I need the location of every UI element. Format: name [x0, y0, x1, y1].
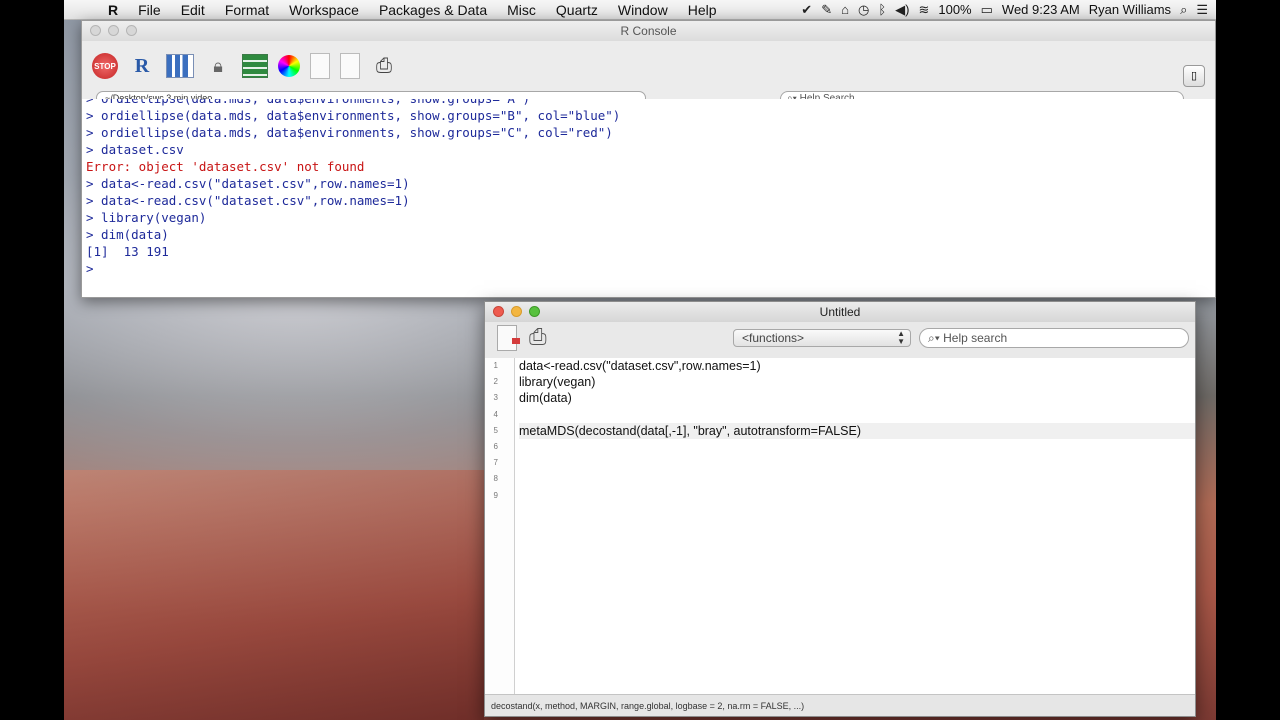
museum-icon[interactable]: ⌂ [841, 2, 849, 17]
editor-help-search-input[interactable]: ⌕▾ Help search [919, 328, 1189, 348]
r-source-icon[interactable]: R [128, 52, 156, 80]
line-number: 2 [493, 377, 498, 387]
script-editor-window: Untitled ⎙ <functions> ▲ ▼ ⌕▾ Help search… [484, 301, 1196, 717]
console-line: > dim(data) [86, 227, 169, 242]
console-window-controls [90, 25, 137, 36]
line-number: 1 [493, 361, 498, 370]
console-line: > ordiellipse(data.mds, data$environment… [86, 108, 621, 123]
console-error-line: Error: object 'dataset.csv' not found [86, 159, 365, 174]
code-line[interactable] [519, 439, 1195, 455]
console-line: > data<-read.csv("dataset.csv",row.names… [86, 176, 410, 191]
menu-help[interactable]: Help [678, 2, 727, 18]
time-machine-icon[interactable]: ◷ [858, 2, 869, 18]
functions-dropdown[interactable]: <functions> ▲ ▼ [733, 329, 911, 347]
line-number: 5 [493, 425, 498, 435]
menu-format[interactable]: Format [215, 2, 279, 18]
zoom-button[interactable] [126, 25, 137, 36]
menu-misc[interactable]: Misc [497, 2, 546, 18]
code-line[interactable]: data<-read.csv("dataset.csv",row.names=1… [519, 358, 1195, 374]
code-editor[interactable]: 1 2 3 4 5 6 7 8 9 data<-read.csv("datase… [485, 358, 1195, 694]
code-line[interactable] [519, 455, 1195, 471]
wifi-icon[interactable]: ≋ [918, 2, 929, 18]
code-line[interactable] [519, 407, 1195, 423]
console-line: > dataset.csv [86, 142, 184, 157]
source-document-icon[interactable] [497, 325, 520, 351]
console-result-line: [1] 13 191 [86, 244, 169, 259]
code-line-active[interactable]: metaMDS(decostand(data[,-1], "bray", aut… [519, 422, 1195, 439]
search-icon: ⌕▾ [928, 331, 944, 345]
console-line: > ordiellipse(data.mds, data$environment… [86, 99, 1215, 107]
menubar-clock[interactable]: Wed 9:23 AM [1002, 2, 1080, 17]
function-signature-status: decostand(x, method, MARGIN, range.globa… [485, 694, 1195, 716]
open-document-icon[interactable] [310, 53, 330, 79]
zoom-button[interactable] [529, 306, 540, 317]
console-line: > data<-read.csv("dataset.csv",row.names… [86, 193, 410, 208]
menu-packages-data[interactable]: Packages & Data [369, 2, 497, 18]
line-number: 9 [493, 490, 498, 500]
line-number: 6 [493, 441, 498, 451]
evernote-icon[interactable]: ✎ [821, 2, 832, 18]
quartz-chart-icon[interactable] [166, 54, 194, 78]
notification-center-icon[interactable]: ☰ [1196, 2, 1208, 18]
console-output[interactable]: > ordiellipse(data.mds, data$environment… [82, 99, 1215, 297]
menu-file[interactable]: File [128, 2, 171, 18]
console-title: R Console [620, 24, 677, 38]
console-line: > ordiellipse(data.mds, data$environment… [86, 125, 613, 140]
spotlight-search-icon[interactable]: ⌕ [1180, 2, 1187, 18]
console-titlebar[interactable]: R Console [82, 21, 1215, 41]
line-number: 8 [493, 474, 498, 484]
menu-quartz[interactable]: Quartz [546, 2, 608, 18]
line-number: 7 [493, 458, 498, 468]
console-prompt[interactable]: > [86, 260, 1215, 277]
menu-edit[interactable]: Edit [171, 2, 215, 18]
volume-icon[interactable]: ◀) [895, 2, 909, 18]
code-line[interactable] [519, 488, 1195, 504]
sidebar-toggle-icon[interactable]: ▯ [1183, 65, 1205, 87]
console-line: > library(vegan) [86, 210, 207, 225]
editor-title: Untitled [819, 305, 861, 319]
menu-app-r[interactable]: R [98, 2, 128, 18]
letterbox-right [1216, 0, 1280, 720]
menu-workspace[interactable]: Workspace [279, 2, 369, 18]
print-icon[interactable]: ⎙ [370, 52, 398, 80]
minimize-button[interactable] [108, 25, 119, 36]
wallpaper-water [64, 470, 484, 720]
bluetooth-icon[interactable]: ᛒ [878, 2, 886, 17]
minimize-button[interactable] [511, 306, 522, 317]
editor-toolbar: ⎙ <functions> ▲ ▼ ⌕▾ Help search [485, 322, 1195, 358]
code-line[interactable]: dim(data) [519, 390, 1195, 406]
line-number: 4 [493, 409, 498, 419]
menu-window[interactable]: Window [608, 2, 678, 18]
stop-icon[interactable]: STOP [92, 53, 118, 79]
checkmark-icon[interactable]: ✔ [801, 2, 812, 18]
letterbox-left [0, 0, 64, 720]
r-console-window: R Console STOP R 🔒︎ ⎙ ▯ ~/Desktop/swc 3 … [81, 20, 1216, 298]
code-line[interactable] [519, 471, 1195, 487]
line-number-gutter: 1 2 3 4 5 6 7 8 9 [485, 358, 515, 694]
close-button[interactable] [90, 25, 101, 36]
editor-help-placeholder: Help search [943, 331, 1008, 345]
console-toolbar: STOP R 🔒︎ ⎙ [82, 41, 1215, 91]
line-number: 3 [493, 393, 498, 403]
menubar-user[interactable]: Ryan Williams [1089, 2, 1171, 17]
editor-titlebar[interactable]: Untitled [485, 302, 1195, 322]
status-area: ✔ ✎ ⌂ ◷ ᛒ ◀) ≋ 100% ▭ Wed 9:23 AM Ryan W… [801, 2, 1216, 18]
new-document-icon[interactable] [340, 53, 360, 79]
battery-percent[interactable]: 100% [938, 2, 971, 17]
battery-icon[interactable]: ▭ [981, 2, 993, 18]
color-wheel-icon[interactable] [278, 55, 300, 77]
code-line[interactable]: library(vegan) [519, 374, 1195, 390]
print-icon[interactable]: ⎙ [529, 324, 547, 350]
functions-dropdown-label: <functions> [742, 331, 805, 345]
code-lines[interactable]: data<-read.csv("dataset.csv",row.names=1… [519, 358, 1195, 504]
data-editor-icon[interactable] [242, 54, 268, 78]
lock-icon[interactable]: 🔒︎ [204, 52, 232, 80]
close-button[interactable] [493, 306, 504, 317]
editor-window-controls [493, 306, 540, 317]
menu-bar: R File Edit Format Workspace Packages & … [64, 0, 1216, 20]
dropdown-arrows-icon: ▲ ▼ [897, 329, 905, 346]
